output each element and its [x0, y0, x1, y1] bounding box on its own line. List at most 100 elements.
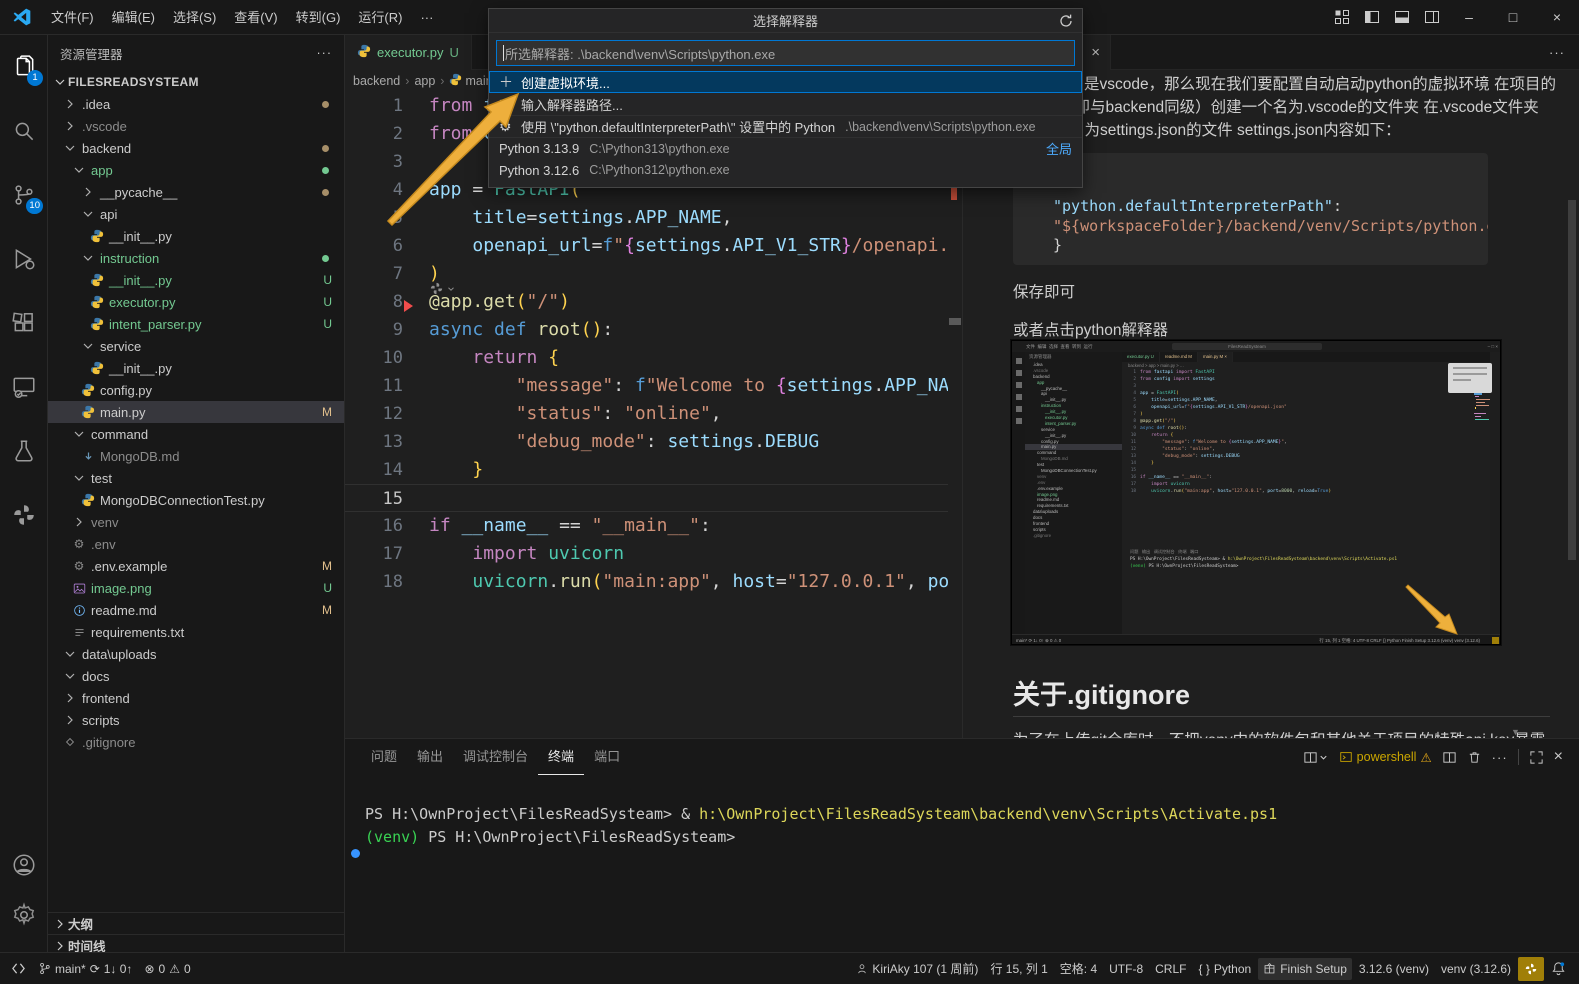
tree-item-intent_parser.py[interactable]: intent_parser.pyU — [48, 313, 344, 335]
menu-运行(R)[interactable]: 运行(R) — [349, 0, 411, 35]
maximize-panel-icon[interactable] — [1529, 750, 1544, 765]
menu-编辑(E)[interactable]: 编辑(E) — [103, 0, 164, 35]
indent-item[interactable]: 空格: 4 — [1055, 958, 1102, 980]
toggle-panel-icon[interactable] — [1387, 0, 1417, 35]
run-debug-icon[interactable] — [0, 235, 48, 283]
tree-item-api[interactable]: api — [48, 203, 344, 225]
ai-extension-icon[interactable] — [1518, 957, 1544, 981]
account-icon[interactable] — [0, 841, 48, 889]
ai-assistant-icon[interactable] — [0, 491, 48, 539]
terminal-instance[interactable]: powershell ⚠ — [1339, 750, 1432, 765]
language-item[interactable]: { } Python — [1193, 958, 1256, 980]
tree-item-venv[interactable]: venv — [48, 511, 344, 533]
source-control-icon[interactable]: 10 — [0, 171, 48, 219]
toggle-secondary-sidebar-icon[interactable] — [1417, 0, 1447, 35]
menu-选择(S)[interactable]: 选择(S) — [164, 0, 225, 35]
tree-item-requirements.txt[interactable]: requirements.txt — [48, 621, 344, 643]
tree-item-MongoDB.md[interactable]: MongoDB.md — [48, 445, 344, 467]
remote-explorer-icon[interactable] — [0, 363, 48, 411]
tree-item-image.png[interactable]: image.pngU — [48, 577, 344, 599]
menu-查看(V)[interactable]: 查看(V) — [225, 0, 286, 35]
outline-section[interactable]: 大纲 — [48, 912, 344, 934]
tree-item-backend[interactable]: backend — [48, 137, 344, 159]
maximize-button[interactable]: □ — [1491, 0, 1535, 35]
quickpick-item-enter-path[interactable]: 输入解释器路径... — [489, 93, 1082, 115]
notifications-bell-icon[interactable] — [1546, 958, 1571, 980]
tree-item-scripts[interactable]: scripts — [48, 709, 344, 731]
git-branch-item[interactable]: main* ⟳ 1↓ 0↑ — [33, 958, 137, 980]
preview-scrollbar[interactable] — [1568, 200, 1576, 560]
menu-文件(F)[interactable]: 文件(F) — [42, 0, 103, 35]
panel-tab-端口[interactable]: 端口 — [584, 739, 630, 775]
tree-item-instruction[interactable]: instruction — [48, 247, 344, 269]
close-icon[interactable]: × — [1081, 44, 1110, 61]
explorer-icon[interactable]: 1 — [0, 43, 48, 91]
toggle-sidebar-icon[interactable] — [1357, 0, 1387, 35]
tree-item-.gitignore[interactable]: .gitignore — [48, 731, 344, 753]
tree-item-__pycache__[interactable]: __pycache__ — [48, 181, 344, 203]
tree-item-app[interactable]: app — [48, 159, 344, 181]
panel-tab-调试控制台[interactable]: 调试控制台 — [453, 739, 538, 775]
refresh-icon[interactable] — [1058, 13, 1074, 32]
inline-ai-widget[interactable] — [429, 281, 456, 296]
tree-item-command[interactable]: command — [48, 423, 344, 445]
python-version-item[interactable]: 3.12.6 (venv) — [1354, 958, 1434, 980]
launch-profile-icon[interactable] — [1303, 750, 1329, 765]
tree-item-executor.py[interactable]: executor.pyU — [48, 291, 344, 313]
menu-转到(G)[interactable]: 转到(G) — [287, 0, 350, 35]
tab-executor-py[interactable]: executor.py U — [345, 35, 472, 70]
menu-more[interactable]: ··· — [411, 0, 442, 35]
blame-author-item[interactable]: KiriAky 107 (1 周前) — [851, 958, 983, 980]
code-editor[interactable]: 1from fastapi import FastAPI2from config… — [345, 92, 948, 738]
panel-tab-输出[interactable]: 输出 — [407, 739, 453, 775]
editor-actions-more[interactable]: ··· — [1549, 45, 1579, 60]
panel-tab-终端[interactable]: 终端 — [538, 739, 584, 775]
tree-item-.vscode[interactable]: .vscode — [48, 115, 344, 137]
line-col-item[interactable]: 行 15, 列 1 — [985, 958, 1052, 980]
breadcrumb-item[interactable]: app — [414, 74, 435, 88]
tree-item-docs[interactable]: docs — [48, 665, 344, 687]
tree-item-__init__.py[interactable]: __init__.pyU — [48, 269, 344, 291]
problems-item[interactable]: ⊗0 ⚠0 — [139, 958, 195, 980]
tree-item-MongoDBConnectionTest.py[interactable]: MongoDBConnectionTest.py — [48, 489, 344, 511]
encoding-item[interactable]: UTF-8 — [1104, 958, 1148, 980]
quickpick-input[interactable]: 所选解释器: .\backend\venv\Scripts\python.exe — [496, 40, 1075, 66]
quickpick-item-python3139[interactable]: Python 3.13.9 C:\Python313\python.exe 全局 — [489, 137, 1082, 159]
quickpick-item-default-path[interactable]: ⚙ 使用 \"python.defaultInterpreterPath\" 设… — [489, 115, 1082, 137]
tree-item-config.py[interactable]: config.py — [48, 379, 344, 401]
remote-indicator-icon[interactable] — [6, 958, 31, 980]
explorer-more-icon[interactable]: ··· — [317, 46, 333, 60]
tree-item-main.py[interactable]: main.pyM — [48, 401, 344, 423]
scrollbar-handle[interactable] — [949, 318, 961, 325]
split-terminal-icon[interactable] — [1442, 750, 1457, 765]
panel-tab-问题[interactable]: 问题 — [361, 739, 407, 775]
eol-item[interactable]: CRLF — [1150, 958, 1191, 980]
close-panel-icon[interactable]: × — [1554, 748, 1563, 766]
extensions-icon[interactable] — [0, 299, 48, 347]
tree-item-frontend[interactable]: frontend — [48, 687, 344, 709]
minimize-button[interactable]: – — [1447, 0, 1491, 35]
search-icon[interactable] — [0, 107, 48, 155]
testing-icon[interactable] — [0, 427, 48, 475]
kill-terminal-icon[interactable] — [1467, 750, 1482, 765]
tree-root[interactable]: FILESREADSYSTEAM — [48, 71, 344, 93]
tree-item-service[interactable]: service — [48, 335, 344, 357]
tree-item-.env[interactable]: ⚙.env — [48, 533, 344, 555]
quickpick-item-create-venv[interactable]: ＋ 创建虚拟环境... — [489, 71, 1082, 93]
breadcrumb-item[interactable]: backend — [353, 74, 400, 88]
panel-more-icon[interactable]: ··· — [1492, 750, 1508, 765]
quickpick-item-python3126[interactable]: Python 3.12.6 C:\Python312\python.exe — [489, 159, 1082, 181]
venv-item[interactable]: venv (3.12.6) — [1436, 958, 1516, 980]
finish-setup-item[interactable]: Finish Setup — [1258, 958, 1352, 980]
terminal-output[interactable]: PS H:\OwnProject\FilesReadSysteam> & h:\… — [345, 775, 1579, 849]
global-link[interactable]: 全局 — [1046, 139, 1072, 158]
tree-item-datauploads[interactable]: data\uploads — [48, 643, 344, 665]
tree-item-.idea[interactable]: .idea — [48, 93, 344, 115]
tree-item-.env.example[interactable]: ⚙.env.exampleM — [48, 555, 344, 577]
tree-item-test[interactable]: test — [48, 467, 344, 489]
customize-layout-icon[interactable] — [1327, 0, 1357, 35]
close-button[interactable]: × — [1535, 0, 1579, 35]
tree-item-__init__.py[interactable]: __init__.py — [48, 225, 344, 247]
tree-item-readme.md[interactable]: readme.mdM — [48, 599, 344, 621]
settings-gear-icon[interactable] — [0, 891, 48, 939]
